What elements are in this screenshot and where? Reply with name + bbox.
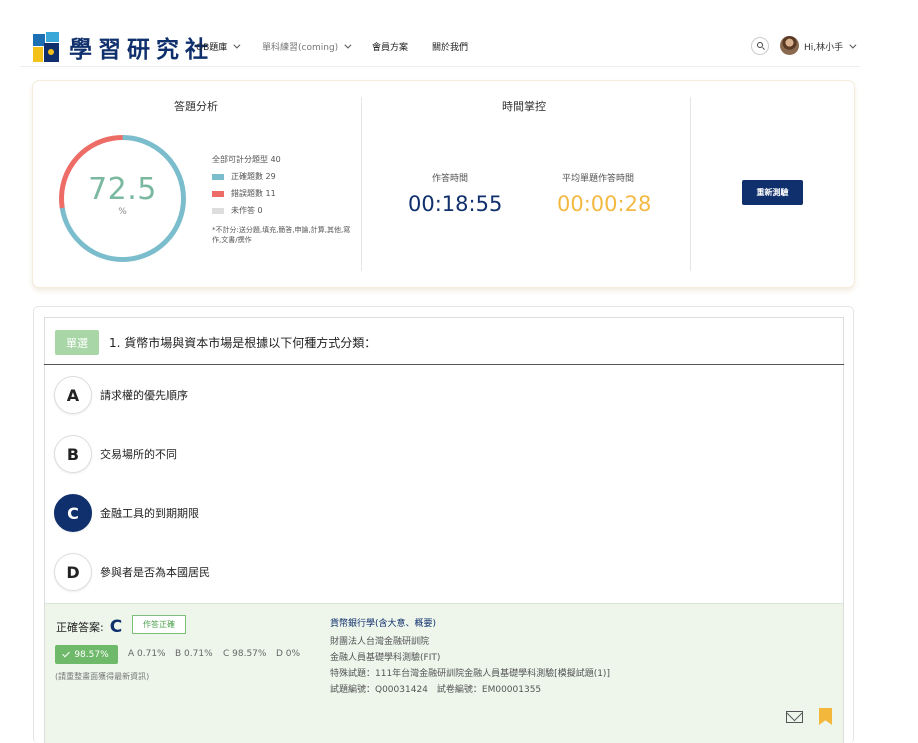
option-a[interactable]: A 請求權的優先順序 <box>54 376 188 414</box>
info-special-exam: 特殊試題：111年台灣金融研訓院金融人員基礎學科測驗[模擬試題(1)] <box>330 669 610 679</box>
time-title: 時間掌控 <box>502 100 546 113</box>
user-greeting: Hi,林小手 <box>804 43 844 53</box>
question-text: 1. 貨幣市場與資本市場是根據以下何種方式分類： <box>109 336 377 350</box>
nav-membership[interactable]: 會員方案 <box>372 40 408 53</box>
stat-a: A 0.71% <box>128 649 166 659</box>
info-exam: 金融人員基礎學科測驗(FIT) <box>330 653 441 663</box>
legend-correct-label: 正確題數 29 <box>231 172 276 181</box>
avatar[interactable] <box>780 36 799 55</box>
check-icon <box>62 649 71 658</box>
answer-time-value: 00:18:55 <box>408 192 503 216</box>
option-c[interactable]: C 金融工具的到期期限 <box>54 494 199 532</box>
nav-subject-practice[interactable]: 單科練習(coming) <box>262 40 352 53</box>
legend-wrong: 錯誤題數 11 <box>212 185 281 202</box>
scoring-note: *不計分:送分題,填充,簡答,申論,計算,其他,寫作,文書/撰作 <box>212 226 351 244</box>
legend-swatch-correct <box>212 173 224 180</box>
mail-icon[interactable] <box>786 711 803 723</box>
option-letter-selected: C <box>54 494 92 532</box>
stat-d: D 0% <box>276 649 301 659</box>
subject-link[interactable]: 貨幣銀行學(含大意、概要) <box>330 616 436 629</box>
answer-time-label: 作答時間 <box>432 174 469 184</box>
answer-status-badge: 作答正確 <box>132 615 186 634</box>
option-text: 請求權的優先順序 <box>100 389 188 402</box>
analysis-divider-1 <box>361 97 362 271</box>
analysis-divider-2 <box>690 97 691 271</box>
nav-qb-bank-label: QB題庫 <box>196 43 228 53</box>
option-text: 參與者是否為本國居民 <box>100 566 210 579</box>
legend-total: 全部可計分題型 40 <box>212 151 281 168</box>
legend-wrong-label: 錯誤題數 11 <box>231 189 276 198</box>
legend-correct: 正確題數 29 <box>212 168 281 185</box>
user-menu[interactable]: Hi,林小手 <box>804 40 857 53</box>
correct-rate-badge: 98.57% <box>55 645 118 664</box>
legend-unanswered-label: 未作答 0 <box>231 206 263 215</box>
option-text: 交易場所的不同 <box>100 448 177 461</box>
stat-c: C 98.57% <box>223 649 267 659</box>
nav-qb-bank[interactable]: QB題庫 <box>196 40 241 53</box>
stat-b: B 0.71% <box>175 649 213 659</box>
retest-button[interactable]: 重新測驗 <box>742 180 803 205</box>
correct-answer-label: 正確答案: <box>56 621 104 634</box>
logo-text: 學習研究社 <box>69 36 214 63</box>
option-b[interactable]: B 交易場所的不同 <box>54 435 177 473</box>
search-button[interactable] <box>751 37 769 55</box>
site-logo[interactable]: 學習研究社 <box>33 30 214 64</box>
score-unit: % <box>118 207 127 217</box>
score-legend: 全部可計分題型 40 正確題數 29 錯誤題數 11 未作答 0 <box>212 151 281 219</box>
legend-unanswered: 未作答 0 <box>212 202 281 219</box>
option-letter: D <box>54 553 92 591</box>
header-divider <box>20 66 860 67</box>
reload-note: (請重整畫面獲得最新資訊) <box>55 672 150 681</box>
question-type-badge: 單選 <box>55 330 99 355</box>
legend-swatch-unanswered <box>212 207 224 214</box>
info-organization: 財團法人台灣金融研訓院 <box>330 637 430 647</box>
legend-total-label: 全部可計分題型 40 <box>212 155 281 164</box>
info-ids: 試題編號：Q00031424 試卷編號：EM00001355 <box>330 685 542 695</box>
logo-icon <box>33 32 59 62</box>
nav-about[interactable]: 關於我們 <box>432 40 468 53</box>
avg-time-label: 平均單題作答時間 <box>562 174 635 184</box>
option-letter: A <box>54 376 92 414</box>
legend-swatch-wrong <box>212 190 224 197</box>
option-d[interactable]: D 參與者是否為本國居民 <box>54 553 210 591</box>
option-letter: B <box>54 435 92 473</box>
score-value: 72.5 <box>88 172 157 207</box>
avg-time-value: 00:00:28 <box>557 192 652 216</box>
analysis-title: 答題分析 <box>174 100 218 113</box>
score-center: 72.5 % <box>56 172 189 217</box>
nav-subject-practice-label: 單科練習(coming) <box>262 43 339 53</box>
nav-about-label: 關於我們 <box>432 43 469 53</box>
correct-answer: 正確答案: C <box>56 617 122 637</box>
correct-rate-value: 98.57% <box>74 649 109 660</box>
correct-answer-letter: C <box>109 617 123 637</box>
search-icon-handle <box>762 47 765 50</box>
option-text: 金融工具的到期期限 <box>100 507 199 520</box>
nav-membership-label: 會員方案 <box>372 43 409 53</box>
